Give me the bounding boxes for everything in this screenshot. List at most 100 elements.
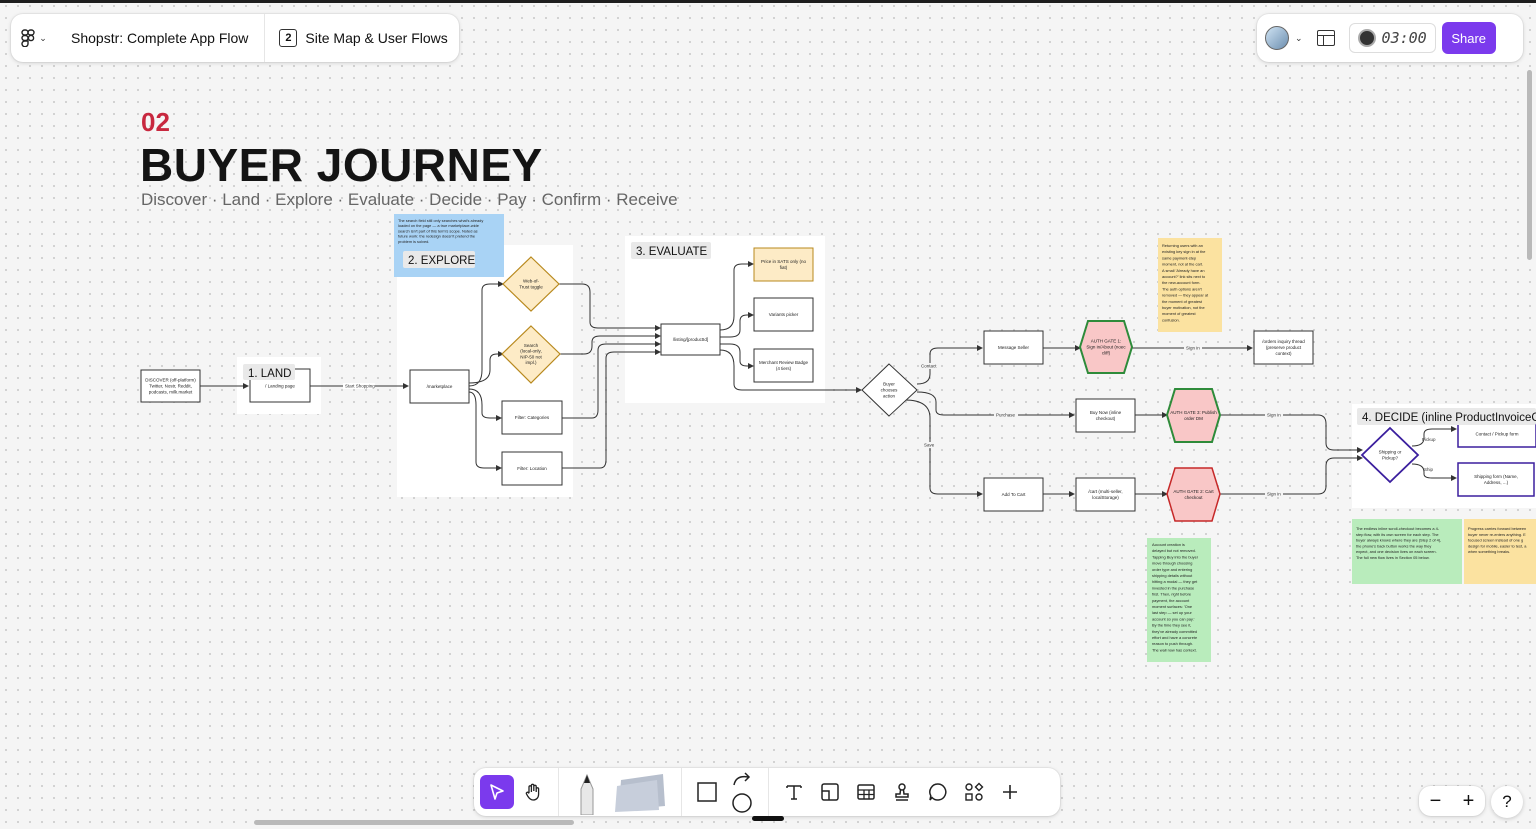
label-line: Filter: Categories [515, 415, 550, 420]
label-line: account so you can pay.' [1152, 616, 1195, 621]
label-line: /marketplace [427, 384, 453, 389]
node-label-listing: /listing/[productId] [673, 337, 708, 342]
label-line: step flow, with its own screen for each … [1356, 532, 1439, 537]
toolbar-divider [768, 768, 769, 816]
label-line: Pickup? [1382, 456, 1399, 461]
label-line: move through choosing [1152, 561, 1192, 566]
label-line: order type and entering [1152, 567, 1192, 572]
label-line: effort and have a concrete [1152, 635, 1197, 640]
label-line: cliff) [1102, 350, 1111, 355]
text-icon [786, 785, 802, 800]
shape-tool[interactable] [690, 775, 724, 809]
connector-tool[interactable] [726, 769, 760, 815]
stamp-tool[interactable] [885, 775, 919, 809]
label-line: shipping details without [1152, 573, 1193, 578]
widgets-tool[interactable] [957, 775, 991, 809]
label-line: checkout) [1096, 416, 1116, 421]
flow-diagram[interactable]: The search field still only searches wha… [0, 0, 1536, 829]
label-line: Message Seller [998, 345, 1030, 350]
label-line: moment, not at the cart. [1162, 262, 1203, 267]
label-line: confusion. [1162, 317, 1180, 322]
node-label-cart: /cart (multi-seller, localStorage) [1088, 489, 1122, 500]
label-line: Shipping form (Name, [1474, 474, 1518, 479]
frame-icon [821, 783, 839, 801]
label-line: chooses [881, 388, 899, 393]
shape-icon [697, 782, 717, 802]
edge-label-purchase: Purchase [996, 413, 1016, 418]
pen-tool[interactable] [567, 769, 607, 815]
comment-tool[interactable] [921, 775, 955, 809]
label-line: (preserve product [1266, 345, 1302, 350]
edge-label-sign-in-1: Sign in [1186, 346, 1200, 351]
label-line: delayed but not removed. [1152, 548, 1196, 553]
label-line: Sign in/About (noec [1086, 345, 1126, 350]
label-line: the phone's back button works the way th… [1356, 543, 1431, 548]
label-line: /orders inquiry thread [1262, 339, 1305, 344]
label-line: Address, ...) [1484, 480, 1509, 485]
label-line: DISCOVER (off-platform) [145, 378, 196, 383]
pen-icon [580, 773, 594, 815]
node-label-message-seller: Message Seller [998, 345, 1030, 350]
label-line: Merchant Review Badge [759, 360, 809, 365]
label-line: Web-of- [523, 279, 539, 284]
label-line: reason to push through. [1152, 641, 1193, 646]
label-line: NIP-50 not [520, 354, 542, 359]
label-line: action [883, 393, 896, 398]
horizontal-scrollbar[interactable] [254, 820, 574, 825]
toolbar-divider [681, 768, 682, 816]
label-line: Filter: Location [517, 466, 547, 471]
label-line: order DM [1184, 416, 1203, 421]
label-line: Buy Now (inline [1090, 410, 1122, 415]
label-line: Twitter, Nostr, Reddit, [149, 384, 192, 389]
hand-tool[interactable] [516, 775, 550, 809]
vertical-scrollbar[interactable] [1527, 70, 1532, 260]
frame-label-land: 1. LAND [248, 368, 291, 380]
label-line: (local-only, [520, 349, 541, 354]
add-tool[interactable] [993, 775, 1027, 809]
node-label-landing: / Landing page [265, 384, 295, 389]
label-line: Add To Cart [1002, 492, 1026, 497]
help-icon[interactable]: ? [1491, 786, 1523, 818]
label-line: Trust toggle [519, 285, 543, 290]
sticky-tool[interactable] [609, 769, 673, 815]
label-line: Price in SATS only (no [761, 259, 806, 264]
connector-icon [732, 772, 752, 813]
zoom-in-icon[interactable]: + [1463, 790, 1475, 813]
toolbar-divider [558, 768, 559, 816]
label-line: (4 tiers) [776, 366, 792, 371]
sticky-icon [615, 774, 665, 812]
label-line: AUTH GATE 2: Cart [1173, 489, 1214, 494]
table-tool[interactable] [849, 775, 883, 809]
label-line: moment of greatest [1162, 311, 1196, 316]
label-line: Contact / Pickup form [1475, 432, 1518, 437]
label-line: A small 'Already have an [1162, 268, 1204, 273]
label-line: expect, and one decision lives on each s… [1356, 549, 1437, 554]
label-line: context) [1275, 351, 1292, 356]
cursor-tool[interactable] [480, 775, 514, 809]
zoom-out-icon[interactable]: − [1430, 790, 1442, 813]
label-line: Returning users with an [1162, 243, 1203, 248]
label-line: invested in the purchase [1152, 585, 1194, 590]
node-label-marketplace: /marketplace [427, 384, 453, 389]
label-line: The full new flow lives in Section 05 be… [1356, 555, 1430, 560]
label-line: checkout [1184, 495, 1203, 500]
label-line: the new-account form. [1162, 280, 1201, 285]
label-line: buyer motivation, not the [1162, 305, 1205, 310]
label-line: / Landing page [265, 384, 295, 389]
edge-label-ship: Ship [1424, 467, 1434, 472]
frame-tool[interactable] [813, 775, 847, 809]
stamp-icon [895, 783, 909, 801]
label-line: impl.) [526, 360, 538, 365]
label-line: last step — set up your [1152, 610, 1192, 615]
label-line: AUTH GATE 1: [1091, 339, 1121, 344]
node-label-variants: Variants picker [769, 312, 799, 317]
label-line: The endless inline scroll-checkout becom… [1356, 526, 1440, 531]
edge-label-sign-in-2: Sign in [1267, 413, 1281, 418]
label-line: Search [524, 343, 539, 348]
label-line: focused screen instead of one g [1468, 538, 1523, 543]
label-line: Account creation is [1152, 542, 1185, 547]
label-line: first. Then, right before [1152, 592, 1191, 597]
label-line: AUTH GATE 3: Publish [1170, 410, 1217, 415]
text-tool[interactable] [777, 775, 811, 809]
label-line: same payment-step [1162, 255, 1196, 260]
